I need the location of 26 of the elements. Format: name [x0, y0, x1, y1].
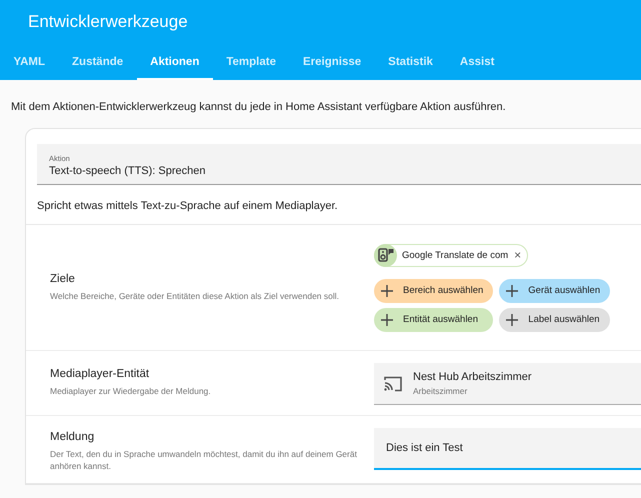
entity-chip[interactable]: Google Translate de com × — [374, 244, 528, 266]
add-target-button[interactable]: Entität auswählen — [374, 308, 494, 332]
plus-icon — [381, 284, 393, 296]
row-description: Welche Bereiche, Geräte oder Entitäten diese Aktion als Ziel verwenden soll. — [50, 290, 340, 302]
page-title: Entwicklerwerkzeuge — [27, 11, 189, 33]
speaker-icon — [374, 244, 397, 266]
message-input-field[interactable]: Dies ist ein Test — [374, 428, 641, 470]
cast-icon — [383, 374, 403, 392]
add-target-button[interactable]: Label auswählen — [499, 308, 610, 332]
row-title: Ziele — [50, 273, 76, 285]
row-title: Meldung — [50, 431, 96, 443]
field-value: Text-to-speech (TTS): Sprechen — [49, 165, 207, 177]
entity-picker[interactable]: Nest Hub Arbeitszimmer Arbeitszimmer — [374, 363, 641, 405]
entity-name: Nest Hub Arbeitszimmer — [413, 371, 532, 383]
row-description: Mediaplayer zur Wiedergabe der Meldung. — [50, 385, 212, 397]
intro-text: Mit dem Aktionen-Entwicklerwerkzeug kannst du jede in Home Assistant verfügbare Aktion ausführen. — [11, 100, 507, 115]
action-description: Spricht etwas mittels Text-zu-Sprache auf einem Mediaplayer. — [26, 185, 641, 225]
entity-area: Arbeitszimmer — [413, 386, 532, 396]
plus-icon — [506, 284, 518, 296]
row-title: Mediaplayer-Entität — [50, 368, 150, 380]
chip-label: Google Translate de com — [402, 250, 508, 260]
add-target-button[interactable]: Gerät auswählen — [499, 278, 610, 302]
plus-icon — [381, 314, 393, 326]
add-target-button[interactable]: Bereich auswählen — [374, 278, 494, 302]
plus-icon — [506, 314, 518, 326]
row-description: Der Text, den du in Sprache umwandeln möchtest, damit du ihn auf deinem Gerät anhören kannst. — [50, 448, 358, 472]
